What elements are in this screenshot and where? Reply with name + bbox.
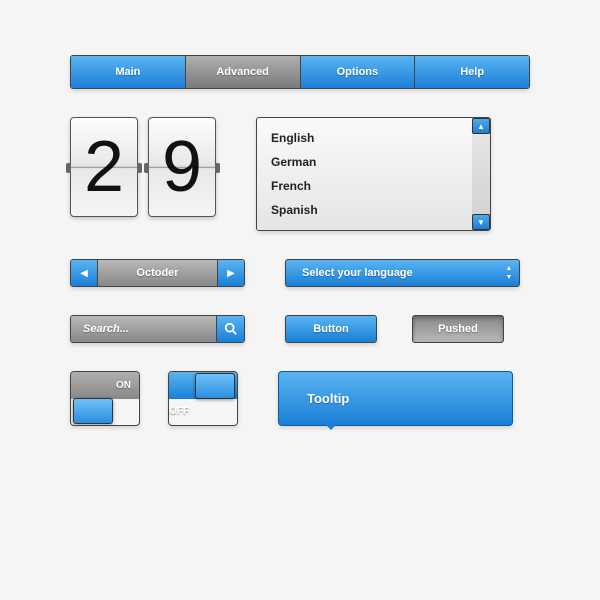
toggle-on-label: ON — [71, 372, 139, 399]
dropdown-arrows-icon: ▲▼ — [499, 260, 519, 286]
dropdown-label: Select your language — [286, 260, 499, 286]
toggle-knob — [73, 398, 113, 424]
language-dropdown[interactable]: Select your language ▲▼ — [285, 259, 520, 287]
search-button[interactable] — [216, 316, 244, 342]
button-normal[interactable]: Button — [285, 315, 377, 343]
toggle-off[interactable]: OFF — [168, 371, 238, 426]
toggle-on[interactable]: ON — [70, 371, 140, 426]
spinner-value: Octoder — [97, 260, 218, 286]
tab-bar: Main Advanced Options Help — [70, 55, 530, 89]
scroll-up-icon[interactable]: ▲ — [472, 118, 490, 134]
tab-advanced[interactable]: Advanced — [186, 56, 301, 88]
month-spinner: ◀ Octoder ▶ — [70, 259, 245, 287]
tab-options[interactable]: Options — [301, 56, 416, 88]
toggle-off-label: OFF — [169, 399, 237, 426]
scroll-down-icon[interactable]: ▼ — [472, 214, 490, 230]
flip-counter: 2 9 — [70, 117, 216, 217]
tab-main[interactable]: Main — [71, 56, 186, 88]
list-item[interactable]: Spanish — [257, 198, 472, 222]
toggle-knob — [195, 373, 235, 399]
list-item[interactable]: German — [257, 150, 472, 174]
flip-digit-2: 9 — [148, 117, 216, 217]
button-pushed[interactable]: Pushed — [412, 315, 504, 343]
search-icon — [224, 322, 238, 336]
spinner-prev-icon[interactable]: ◀ — [71, 260, 97, 286]
list-item[interactable]: French — [257, 174, 472, 198]
flip-digit-1: 2 — [70, 117, 138, 217]
tooltip-text: Tooltip — [307, 391, 349, 406]
tooltip: Tooltip — [278, 371, 513, 426]
tab-help[interactable]: Help — [415, 56, 529, 88]
spinner-next-icon[interactable]: ▶ — [218, 260, 244, 286]
scrollbar[interactable]: ▲ ▼ — [472, 118, 490, 230]
search-box: Search... — [70, 315, 245, 343]
search-input[interactable]: Search... — [71, 316, 216, 342]
language-listbox[interactable]: English German French Spanish ▲ ▼ — [256, 117, 491, 231]
list-item[interactable]: English — [257, 126, 472, 150]
